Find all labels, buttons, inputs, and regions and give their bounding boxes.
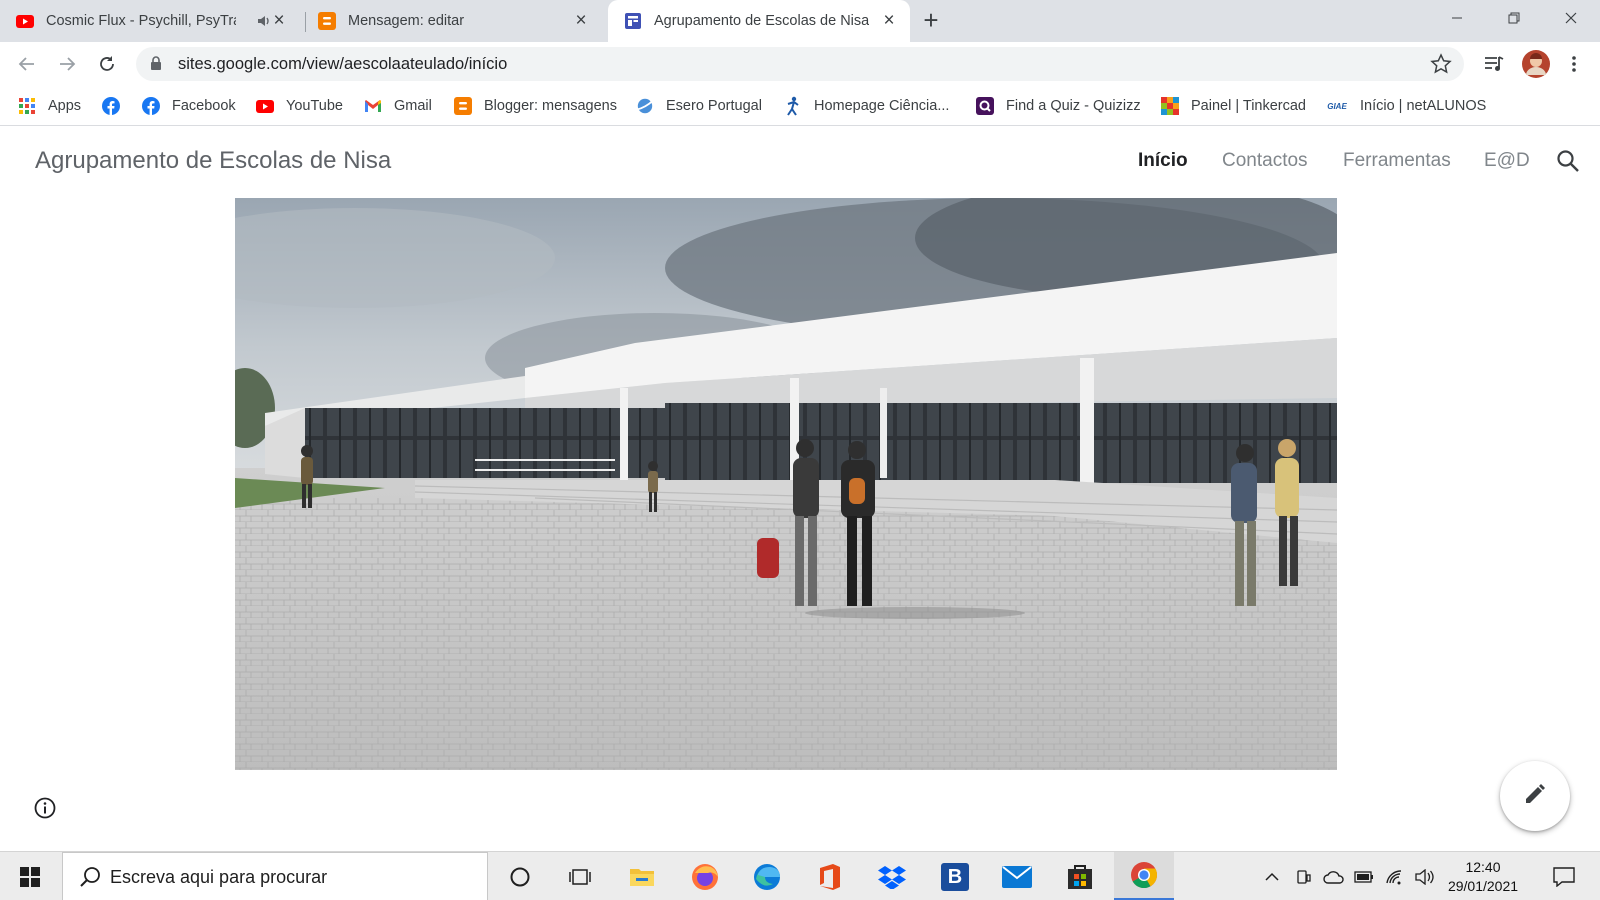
close-window-button[interactable] — [1542, 0, 1600, 36]
gmail-icon — [364, 97, 382, 115]
wifi-icon[interactable] — [1383, 852, 1407, 900]
file-explorer-icon[interactable] — [622, 852, 662, 900]
new-tab-button[interactable]: + — [918, 7, 944, 34]
giae-icon: GIAE — [1327, 101, 1347, 111]
tab-title: Cosmic Flux - Psychill, PsyTra — [46, 13, 236, 29]
bookmark-label: Esero Portugal — [666, 98, 762, 114]
office-icon[interactable] — [810, 852, 850, 900]
site-title[interactable]: Agrupamento de Escolas de Nisa — [35, 147, 391, 175]
bookmark-label: YouTube — [286, 98, 343, 114]
tab-strip: Cosmic Flux - Psychill, PsyTra × Mensage… — [0, 0, 1600, 42]
mail-icon[interactable] — [997, 852, 1037, 900]
minimize-button[interactable] — [1428, 0, 1486, 36]
nav-inicio[interactable]: Início — [1138, 150, 1188, 172]
taskbar-search-input[interactable]: Escreva aqui para procurar — [62, 852, 488, 900]
dropbox-icon[interactable] — [872, 852, 912, 900]
bookmark-facebook-icon-only[interactable] — [102, 86, 120, 126]
bookmark-label: Find a Quiz - Quizizz — [1006, 98, 1141, 114]
esero-icon — [636, 97, 654, 115]
google-sites-icon — [624, 12, 642, 30]
bookmark-apps[interactable]: Apps — [18, 86, 81, 126]
nav-contactos[interactable]: Contactos — [1222, 150, 1308, 172]
address-bar[interactable]: sites.google.com/view/aescolaateulado/in… — [136, 47, 1464, 81]
b-app-icon[interactable]: B — [935, 852, 975, 900]
forward-button[interactable] — [51, 48, 83, 80]
nav-ead[interactable]: E@D — [1484, 150, 1530, 172]
task-view-icon[interactable] — [560, 852, 600, 900]
cortana-icon[interactable] — [500, 852, 540, 900]
firefox-icon[interactable] — [685, 852, 725, 900]
bookmark-star-icon[interactable] — [1430, 53, 1452, 80]
clock-date: 29/01/2021 — [1447, 878, 1519, 894]
search-icon[interactable] — [1556, 149, 1580, 178]
clock-time: 12:40 — [1465, 859, 1501, 875]
bookmark-label: Painel | Tinkercad — [1191, 98, 1306, 114]
close-tab-icon[interactable]: × — [880, 11, 898, 30]
bookmark-gmail[interactable]: Gmail — [364, 86, 432, 126]
close-tab-icon[interactable]: × — [572, 11, 590, 30]
youtube-icon — [16, 12, 34, 30]
tab-google-sites[interactable]: Agrupamento de Escolas de Nisa × — [608, 0, 910, 42]
reload-button[interactable] — [91, 48, 123, 80]
tab-title: Agrupamento de Escolas de Nisa — [654, 13, 870, 29]
chrome-menu-icon[interactable] — [1558, 48, 1590, 80]
quizizz-icon — [976, 97, 994, 115]
tab-separator — [305, 12, 306, 32]
bookmark-label: Homepage Ciência... — [814, 98, 950, 114]
store-icon[interactable] — [1060, 852, 1100, 900]
bookmark-quizizz[interactable]: Find a Quiz - Quizizz — [976, 86, 1141, 126]
lock-icon[interactable] — [150, 56, 162, 76]
tab-title: Mensagem: editar — [348, 13, 465, 29]
device-icon[interactable] — [1292, 852, 1316, 900]
media-control-icon[interactable] — [1478, 48, 1510, 80]
bookmark-youtube[interactable]: YouTube — [256, 86, 343, 126]
blogger-icon — [318, 12, 336, 30]
bookmark-label: Facebook — [172, 98, 236, 114]
bookmark-facebook[interactable]: Facebook — [142, 86, 236, 126]
bookmark-label: Blogger: mensagens — [484, 98, 617, 114]
windows-taskbar: Escreva aqui para procurar B 12:40 29/01… — [0, 851, 1600, 900]
restore-button[interactable] — [1485, 0, 1543, 36]
taskbar-clock[interactable]: 12:40 29/01/2021 — [1442, 858, 1524, 896]
search-icon — [79, 866, 101, 893]
battery-icon[interactable] — [1352, 852, 1376, 900]
tab-youtube[interactable]: Cosmic Flux - Psychill, PsyTra × — [16, 0, 300, 42]
bookmark-label: Gmail — [394, 98, 432, 114]
bookmark-esero[interactable]: Esero Portugal — [636, 86, 762, 126]
edit-button[interactable] — [1500, 761, 1570, 831]
facebook-icon — [142, 97, 160, 115]
bookmarks-bar: Apps Facebook YouTube Gmail Blogger: men… — [0, 86, 1600, 126]
tab-blogger[interactable]: Mensagem: editar × — [318, 0, 602, 42]
browser-toolbar: sites.google.com/view/aescolaateulado/in… — [0, 42, 1600, 86]
blogger-icon — [454, 97, 472, 115]
notifications-icon[interactable] — [1544, 852, 1584, 900]
facebook-icon — [102, 97, 120, 115]
bookmark-label: Apps — [48, 98, 82, 114]
edge-icon[interactable] — [747, 852, 787, 900]
b-app-letter: B — [941, 862, 969, 891]
onedrive-icon[interactable] — [1320, 852, 1348, 900]
show-hidden-icons-icon[interactable] — [1260, 852, 1284, 900]
tinkercad-icon — [1161, 97, 1179, 115]
bookmark-netalunos[interactable]: GIAE Início | netALUNOS — [1326, 86, 1486, 126]
chrome-icon[interactable] — [1114, 852, 1174, 900]
bookmark-blogger[interactable]: Blogger: mensagens — [454, 86, 617, 126]
info-icon[interactable] — [34, 797, 56, 819]
back-button[interactable] — [11, 48, 43, 80]
pencil-icon — [1523, 782, 1547, 811]
apps-grid-icon — [18, 97, 36, 115]
hero-image — [235, 198, 1337, 770]
volume-icon[interactable] — [1412, 852, 1438, 900]
nav-ferramentas[interactable]: Ferramentas — [1343, 150, 1451, 172]
youtube-icon — [256, 97, 274, 115]
windows-start-icon[interactable] — [10, 852, 50, 900]
close-tab-icon[interactable]: × — [270, 11, 288, 30]
profile-avatar[interactable] — [1520, 48, 1552, 80]
taskbar-search-placeholder: Escreva aqui para procurar — [110, 867, 328, 887]
bookmark-ciencia[interactable]: Homepage Ciência... — [784, 86, 949, 126]
url-text[interactable]: sites.google.com/view/aescolaateulado/in… — [178, 55, 507, 74]
bookmark-label: Início | netALUNOS — [1360, 98, 1487, 114]
ciencia-icon — [784, 96, 802, 116]
bookmark-tinkercad[interactable]: Painel | Tinkercad — [1161, 86, 1306, 126]
